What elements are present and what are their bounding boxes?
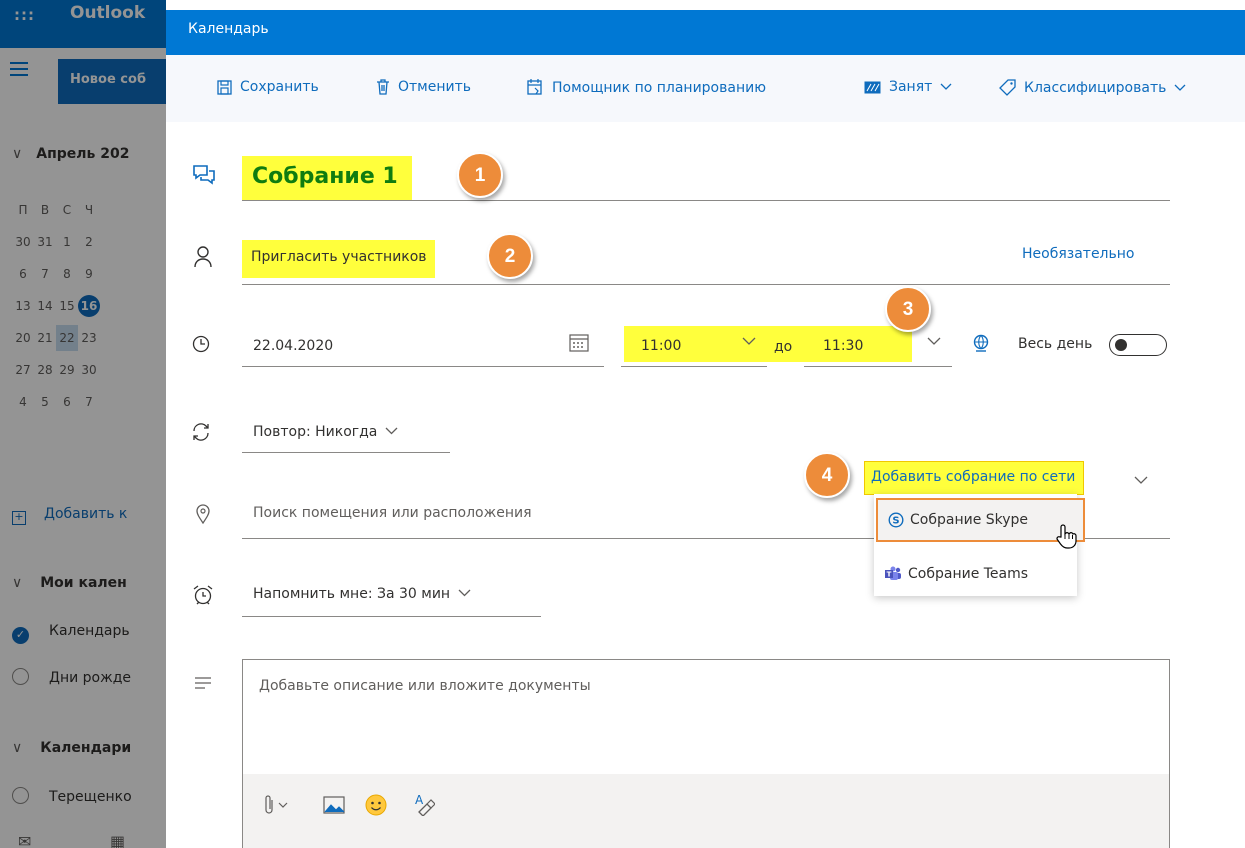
- insert-picture-icon[interactable]: [323, 796, 345, 814]
- cancel-button[interactable]: Отменить: [376, 79, 471, 95]
- event-toolbar: Сохранить Отменить Помощник по планирова…: [166, 55, 1245, 122]
- busy-status-dropdown[interactable]: Занят: [864, 79, 952, 95]
- svg-text:T: T: [887, 571, 892, 579]
- location-pin-icon: [196, 504, 210, 524]
- scheduling-label: Помощник по планированию: [552, 79, 766, 96]
- start-time-underline: [621, 366, 767, 367]
- description-placeholder: Добавьте описание или вложите документы: [259, 678, 591, 694]
- text-lines-icon: [194, 676, 212, 690]
- tag-icon: [999, 79, 1016, 96]
- end-time-underline: [804, 366, 952, 367]
- panel-header: Календарь: [166, 10, 1245, 55]
- toggle-knob: [1115, 339, 1127, 351]
- person-icon: [194, 246, 212, 268]
- svg-text:S: S: [892, 516, 899, 527]
- all-day-label: Весь день: [1018, 336, 1093, 352]
- reminder-label: Напомнить мне: За 30 мин: [253, 586, 451, 602]
- chevron-down-icon[interactable]: [927, 337, 941, 346]
- teams-meeting-option[interactable]: T Собрание Teams: [874, 552, 1077, 596]
- globe-timezone-icon[interactable]: [972, 334, 990, 354]
- event-compose-panel: Календарь Сохранить Отменить Помощник по…: [166, 0, 1245, 848]
- step-badge-4: 4: [804, 452, 850, 498]
- optional-attendees-link[interactable]: Необязательно: [1022, 246, 1134, 262]
- attachment-icon[interactable]: [265, 794, 293, 816]
- chevron-down-icon: [385, 427, 398, 435]
- reminder-underline: [242, 616, 541, 617]
- chevron-down-icon[interactable]: [742, 337, 756, 346]
- option-label: Собрание Skype: [910, 512, 1029, 528]
- chevron-down-icon[interactable]: [1134, 476, 1148, 485]
- hand-cursor-icon: [1054, 524, 1078, 554]
- emoji-icon[interactable]: [365, 794, 387, 816]
- description-toolbar: A: [243, 774, 1169, 848]
- save-icon: [217, 79, 232, 95]
- scheduling-assistant-button[interactable]: Помощник по планированию: [527, 79, 766, 96]
- repeat-label: Повтор: Никогда: [253, 424, 378, 440]
- classify-dropdown[interactable]: Классифицировать: [999, 79, 1186, 96]
- clock-icon: [192, 335, 210, 353]
- chevron-down-icon: [1174, 84, 1186, 92]
- reminder-dropdown[interactable]: Напомнить мне: За 30 мин: [253, 586, 471, 602]
- online-meeting-menu: S Собрание Skype T Собрание Teams: [874, 494, 1085, 596]
- svg-text:A: A: [415, 793, 424, 807]
- repeat-dropdown[interactable]: Повтор: Никогда: [253, 424, 398, 440]
- start-time-input[interactable]: 11:00: [641, 338, 681, 354]
- title-underline: [242, 200, 1170, 201]
- save-button[interactable]: Сохранить: [217, 79, 319, 95]
- description-editor[interactable]: Добавьте описание или вложите документы …: [242, 659, 1170, 848]
- chat-bubbles-icon: [192, 164, 216, 188]
- chevron-down-icon: [940, 83, 952, 91]
- chevron-down-icon: [458, 589, 471, 597]
- classify-label: Классифицировать: [1024, 79, 1167, 96]
- location-input[interactable]: Поиск помещения или расположения: [253, 505, 532, 521]
- modal-overlay[interactable]: [0, 0, 166, 848]
- event-title-input[interactable]: Собрание 1: [242, 156, 412, 200]
- date-underline: [242, 366, 604, 367]
- step-badge-3: 3: [885, 286, 931, 332]
- cancel-label: Отменить: [398, 79, 472, 95]
- repeat-underline: [242, 452, 450, 453]
- calendar-schedule-icon: [527, 79, 544, 96]
- trash-icon: [376, 79, 390, 95]
- option-label: Собрание Teams: [908, 566, 1029, 582]
- start-date-input[interactable]: 22.04.2020: [253, 338, 333, 354]
- all-day-toggle[interactable]: [1109, 334, 1167, 356]
- busy-label: Занят: [889, 79, 933, 95]
- teams-icon: T: [884, 566, 902, 582]
- skype-icon: S: [888, 512, 904, 528]
- invite-underline: [242, 284, 1170, 285]
- calendar-picker-icon[interactable]: [569, 334, 589, 352]
- alarm-clock-icon: [192, 584, 214, 606]
- busy-status-icon: [864, 81, 881, 94]
- save-label: Сохранить: [240, 79, 319, 95]
- panel-title: Календарь: [188, 21, 269, 37]
- end-time-input[interactable]: 11:30: [823, 338, 863, 354]
- to-label: до: [774, 339, 793, 355]
- step-badge-1: 1: [457, 152, 503, 198]
- add-online-meeting-button[interactable]: Добавить собрание по сети: [864, 461, 1085, 495]
- step-badge-2: 2: [487, 233, 533, 279]
- repeat-icon: [191, 422, 211, 442]
- format-painter-icon[interactable]: A: [413, 792, 435, 816]
- invite-attendees-input[interactable]: Пригласить участников: [242, 240, 435, 278]
